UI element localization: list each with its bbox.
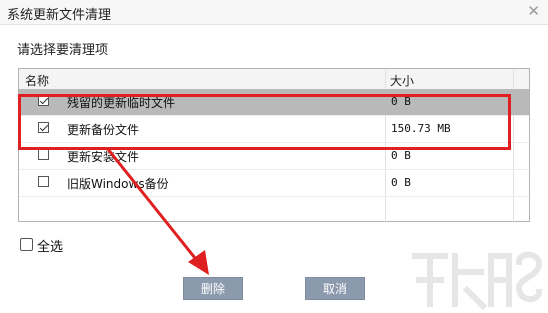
select-all-label: 全选: [37, 240, 64, 255]
cancel-button[interactable]: 取消: [305, 277, 365, 300]
select-all-checkbox[interactable]: [20, 238, 33, 251]
watermark-logo-icon: [412, 251, 543, 311]
delete-button[interactable]: 删除: [183, 277, 243, 300]
